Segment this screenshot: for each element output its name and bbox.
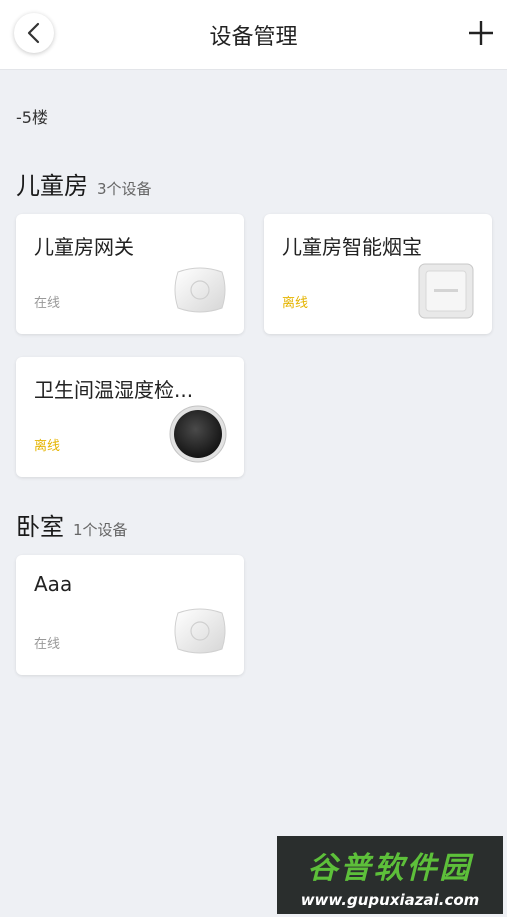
device-name: 儿童房智能烟宝 (282, 235, 422, 259)
room-name: 儿童房 (16, 172, 88, 200)
device-card[interactable]: 儿童房网关 在线 (16, 214, 244, 334)
page-title: 设备管理 (209, 25, 298, 50)
device-status: 在线 (34, 296, 61, 311)
temp-humidity-sensor-icon (169, 405, 227, 463)
device-status: 离线 (282, 296, 309, 311)
device-card[interactable]: Aaa 在线 (16, 555, 244, 675)
top-navbar: 设备管理 (0, 0, 507, 70)
watermark: 谷普软件园 www.gupuxiazai.com (277, 836, 503, 914)
floor-label: -5楼 (16, 108, 48, 127)
device-name: 卫生间温湿度检... (34, 378, 194, 402)
device-card[interactable]: 卫生间温湿度检... 离线 (16, 357, 244, 477)
device-status: 离线 (34, 439, 61, 454)
room-header: 儿童房 3个设备 (16, 166, 152, 201)
plus-icon[interactable] (466, 18, 496, 48)
room-device-count: 1个设备 (73, 521, 128, 539)
device-name: 儿童房网关 (34, 235, 134, 259)
room-device-count: 3个设备 (97, 180, 152, 198)
watermark-url: www.gupuxiazai.com (300, 891, 480, 909)
smoke-detector-icon (418, 263, 474, 319)
watermark-logo: 谷普软件园 (307, 851, 473, 886)
gateway-device-icon (174, 267, 226, 313)
device-status: 在线 (34, 637, 61, 652)
device-name: Aaa (34, 572, 73, 596)
room-name: 卧室 (16, 513, 64, 541)
device-card[interactable]: 儿童房智能烟宝 离线 (264, 214, 492, 334)
gateway-device-icon (174, 608, 226, 654)
room-header: 卧室 1个设备 (16, 507, 128, 542)
